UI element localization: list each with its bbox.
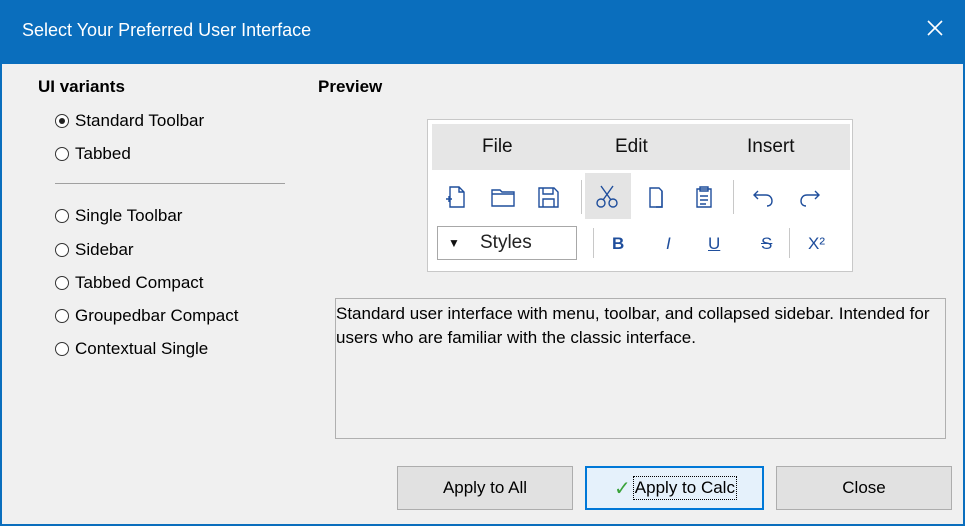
- apply-to-calc-label: Apply to Calc: [632, 476, 737, 500]
- toolbar-separator: [581, 180, 582, 214]
- paste-icon: [690, 183, 718, 211]
- radio-label: Contextual Single: [75, 339, 209, 358]
- radio-button[interactable]: [55, 209, 69, 223]
- radio-button[interactable]: [55, 276, 69, 290]
- preview-menu-file: File: [482, 136, 513, 157]
- undo-icon: [749, 183, 777, 211]
- bold-icon: B: [612, 234, 625, 253]
- radio-button[interactable]: [55, 309, 69, 323]
- radio-button[interactable]: [55, 342, 69, 356]
- apply-to-all-button[interactable]: Apply to All: [397, 466, 573, 510]
- radio-button-checked[interactable]: [55, 114, 69, 128]
- strikethrough-icon: S: [761, 234, 773, 253]
- radio-sidebar[interactable]: Sidebar: [55, 237, 134, 263]
- radio-button[interactable]: [55, 243, 69, 257]
- save-icon: [534, 183, 562, 211]
- italic-icon: I: [666, 234, 671, 253]
- checkmark-icon: ✓: [614, 477, 631, 500]
- radio-tabbed[interactable]: Tabbed: [55, 141, 131, 167]
- toolbar-separator: [733, 180, 734, 214]
- toolbar-separator: [789, 228, 790, 258]
- copy-icon: [642, 183, 670, 211]
- apply-to-calc-button[interactable]: ✓ Apply to Calc: [585, 466, 764, 510]
- radio-label: Single Toolbar: [75, 206, 183, 225]
- cut-icon: [593, 183, 621, 211]
- preview-menubar: File Edit Insert: [432, 124, 850, 170]
- radio-label: Groupedbar Compact: [75, 306, 239, 325]
- toolbar-separator: [593, 228, 594, 258]
- superscript-icon: X²: [808, 234, 825, 253]
- open-folder-icon: [489, 183, 517, 211]
- underline-icon: U: [708, 234, 721, 253]
- radio-tabbed-compact[interactable]: Tabbed Compact: [55, 270, 204, 296]
- description-box: Standard user interface with menu, toolb…: [335, 298, 946, 439]
- close-button-label: Close: [842, 478, 886, 497]
- chevron-down-icon: ▼: [448, 236, 460, 250]
- apply-to-all-label: Apply to All: [442, 478, 528, 497]
- description-text: Standard user interface with menu, toolb…: [336, 304, 930, 347]
- preview-menu-insert: Insert: [747, 136, 795, 157]
- preview-menu-edit: Edit: [615, 136, 648, 157]
- radio-standard-toolbar[interactable]: Standard Toolbar: [55, 108, 204, 134]
- radio-single-toolbar[interactable]: Single Toolbar: [55, 203, 182, 229]
- radio-label: Tabbed Compact: [75, 273, 204, 292]
- ui-variants-heading: UI variants: [38, 77, 125, 96]
- redo-icon: [796, 183, 824, 211]
- close-button[interactable]: Close: [776, 466, 952, 510]
- new-document-icon: [442, 183, 470, 211]
- radio-label: Sidebar: [75, 240, 134, 259]
- preview-image: File Edit Insert ▼ Styles B I U S X²: [427, 119, 853, 272]
- close-icon[interactable]: [921, 14, 949, 42]
- styles-label: Styles: [480, 232, 532, 253]
- window-title: Select Your Preferred User Interface: [22, 20, 312, 40]
- radio-button[interactable]: [55, 147, 69, 161]
- variants-separator: [55, 183, 285, 184]
- radio-label: Standard Toolbar: [75, 111, 205, 130]
- radio-groupedbar-compact[interactable]: Groupedbar Compact: [55, 303, 238, 329]
- preview-heading: Preview: [318, 77, 383, 96]
- preview-styles-dropdown: ▼ Styles: [437, 226, 577, 260]
- radio-contextual-single[interactable]: Contextual Single: [55, 336, 208, 362]
- radio-label: Tabbed: [75, 144, 131, 163]
- title-bar: Select Your Preferred User Interface: [0, 0, 965, 64]
